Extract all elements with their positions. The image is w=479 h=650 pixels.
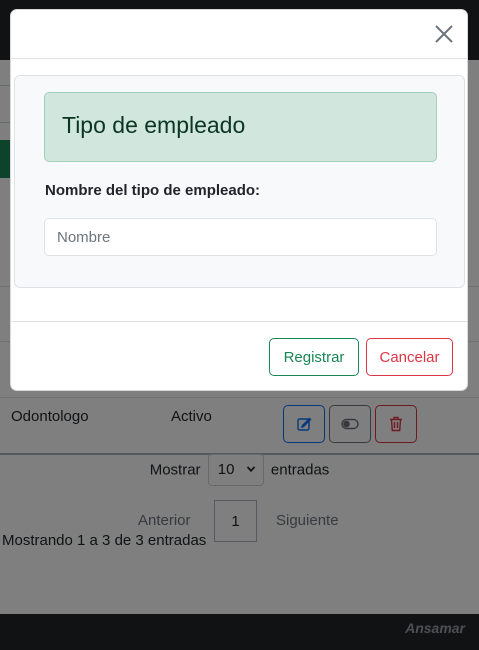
cancel-button[interactable]: Cancelar: [366, 338, 453, 376]
form-card: Tipo de empleado Nombre del tipo de empl…: [14, 75, 465, 288]
employee-type-modal: Tipo de empleado Nombre del tipo de empl…: [10, 9, 468, 391]
employee-type-name-input[interactable]: [44, 218, 437, 256]
title-alert: Tipo de empleado: [44, 92, 437, 162]
employee-type-name-label: Nombre del tipo de empleado:: [45, 182, 261, 199]
modal-body: Tipo de empleado Nombre del tipo de empl…: [11, 59, 467, 321]
modal-header: [11, 10, 467, 59]
close-button[interactable]: [434, 24, 454, 44]
modal-title: Tipo de empleado: [62, 112, 246, 138]
modal-footer: Registrar Cancelar: [11, 321, 467, 390]
close-icon: [435, 25, 453, 43]
register-button[interactable]: Registrar: [269, 338, 359, 376]
